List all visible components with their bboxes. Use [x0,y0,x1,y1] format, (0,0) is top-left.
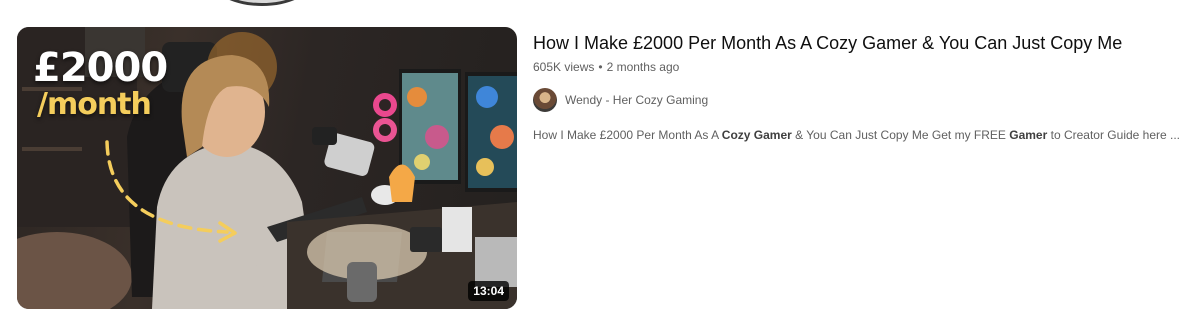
channel-row: Wendy - Her Cozy Gaming [533,88,1182,112]
description-text-3: to Creator Guide here ... [1047,128,1181,142]
description-highlight-1: Cozy Gamer [721,128,792,142]
description-text-2: & You Can Just Copy Me Get my FREE [791,128,1010,142]
video-stats: 605K views • 2 months ago [533,58,1182,76]
description-text-1: How I Make £2000 Per Month As A [533,128,722,142]
video-result[interactable]: £2000 /month 13:04 How I Make £2000 Per … [17,27,1182,309]
video-title[interactable]: How I Make £2000 Per Month As A Cozy Gam… [533,30,1182,56]
video-description-snippet: How I Make £2000 Per Month As A Cozy Gam… [533,126,1182,144]
thumbnail-overlay-amount: £2000 [33,45,168,91]
channel-avatar[interactable] [533,88,557,112]
channel-name[interactable]: Wendy - Her Cozy Gaming [565,93,708,107]
video-thumbnail[interactable]: £2000 /month 13:04 [17,27,517,309]
description-highlight-2: Gamer [1009,128,1048,142]
view-count: 605K views [533,60,595,74]
stats-separator: • [598,60,603,74]
thumbnail-overlay-period: /month [37,87,152,122]
upload-age: 2 months ago [606,60,680,74]
duration-badge: 13:04 [468,281,509,301]
previous-channel-avatar[interactable] [212,0,312,6]
video-meta: How I Make £2000 Per Month As A Cozy Gam… [533,27,1182,309]
